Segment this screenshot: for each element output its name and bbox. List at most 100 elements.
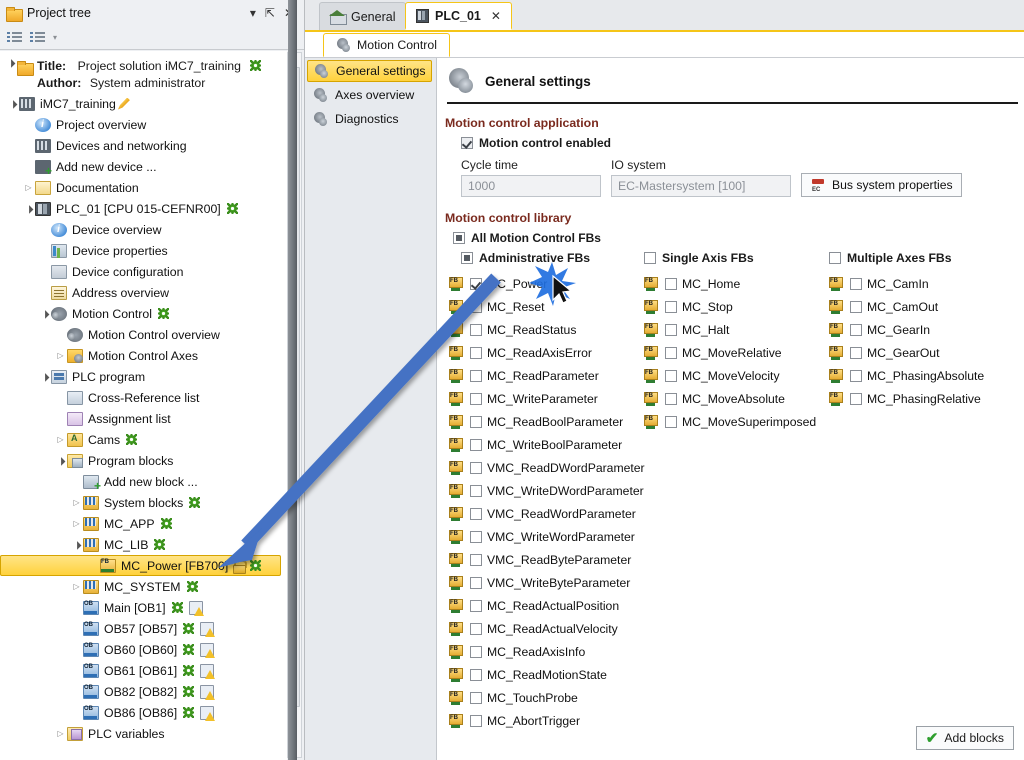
fb-checkbox[interactable]	[665, 416, 677, 428]
fb-checkbox[interactable]	[850, 301, 862, 313]
fb-item[interactable]: FBVMC_ReadByteParameter	[449, 548, 644, 571]
tab-general[interactable]: General	[319, 2, 406, 30]
nav-item-general-settings[interactable]: General settings	[307, 60, 432, 82]
fb-item[interactable]: FBMC_Reset	[449, 295, 644, 318]
expander-closed-icon[interactable]	[54, 351, 67, 360]
fb-item[interactable]: FBMC_ReadStatus	[449, 318, 644, 341]
fb-item[interactable]: FBMC_WriteBoolParameter	[449, 433, 644, 456]
tree-item-devices-and-networking[interactable]: Devices and networking	[0, 135, 287, 156]
fb-item[interactable]: FBMC_AbortTrigger	[449, 709, 644, 732]
fb-checkbox[interactable]	[665, 393, 677, 405]
fb-checkbox[interactable]	[470, 370, 482, 382]
fb-checkbox[interactable]	[470, 577, 482, 589]
tree-item-mc-lib[interactable]: MC_LIB	[0, 534, 287, 555]
expander-closed-icon[interactable]	[54, 435, 67, 444]
cycle-time-input[interactable]	[461, 175, 601, 197]
group-multiple-axes-checkbox[interactable]	[829, 252, 841, 264]
expander-closed-icon[interactable]	[22, 183, 35, 192]
fb-item[interactable]: FBMC_MoveVelocity	[644, 364, 829, 387]
fb-checkbox[interactable]	[470, 692, 482, 704]
fb-item[interactable]: FBVMC_WriteWordParameter	[449, 525, 644, 548]
collapse-list-icon[interactable]	[7, 31, 23, 45]
fb-item[interactable]: FBMC_MoveRelative	[644, 341, 829, 364]
tree-item-cams[interactable]: Cams	[0, 429, 287, 450]
fb-checkbox[interactable]	[470, 508, 482, 520]
fb-item[interactable]: FBMC_Home	[644, 272, 829, 295]
fb-checkbox[interactable]	[470, 600, 482, 612]
fb-checkbox[interactable]	[470, 554, 482, 566]
fb-checkbox[interactable]	[665, 347, 677, 359]
fb-checkbox[interactable]	[850, 370, 862, 382]
subtab-motion-control[interactable]: Motion Control	[323, 33, 450, 57]
fb-checkbox[interactable]	[470, 393, 482, 405]
fb-checkbox[interactable]	[850, 324, 862, 336]
fb-item[interactable]: FBVMC_WriteDWordParameter	[449, 479, 644, 502]
tree-item-ob82-ob82[interactable]: OB82 [OB82]	[0, 681, 287, 702]
tree-item-ob60-ob60[interactable]: OB60 [OB60]	[0, 639, 287, 660]
fb-item[interactable]: FBMC_Power	[449, 272, 644, 295]
tree-item-ob61-ob61[interactable]: OB61 [OB61]	[0, 660, 287, 681]
tree-item-motion-control[interactable]: Motion Control	[0, 303, 287, 324]
tree-item-ob57-ob57[interactable]: OB57 [OB57]	[0, 618, 287, 639]
tree-item-imc7-training[interactable]: iMC7_training	[0, 93, 287, 114]
tree-item-mc-power-fb700[interactable]: MC_Power [FB700]	[0, 555, 281, 576]
group-administrative-checkbox[interactable]	[461, 252, 473, 264]
tree-item-program-blocks[interactable]: Program blocks	[0, 450, 287, 471]
fb-item[interactable]: FBMC_ReadActualVelocity	[449, 617, 644, 640]
add-blocks-button[interactable]: ✔ Add blocks	[916, 726, 1014, 750]
bus-system-properties-button[interactable]: Bus system properties	[801, 173, 962, 197]
fb-checkbox[interactable]	[665, 370, 677, 382]
fb-item[interactable]: FBMC_CamOut	[829, 295, 1019, 318]
fb-checkbox[interactable]	[470, 278, 482, 290]
fb-item[interactable]: FBMC_MoveAbsolute	[644, 387, 829, 410]
fb-item[interactable]: FBMC_ReadBoolParameter	[449, 410, 644, 433]
fb-item[interactable]: FBMC_ReadAxisError	[449, 341, 644, 364]
fb-item[interactable]: FBMC_TouchProbe	[449, 686, 644, 709]
fb-item[interactable]: FBMC_Halt	[644, 318, 829, 341]
tree-item-ob86-ob86[interactable]: OB86 [OB86]	[0, 702, 287, 723]
fb-item[interactable]: FBMC_GearOut	[829, 341, 1019, 364]
group-multiple-axes-fbs[interactable]: Multiple Axes FBs	[829, 251, 1019, 265]
motion-control-enabled-row[interactable]: Motion control enabled	[461, 136, 1024, 150]
expander-open-icon[interactable]	[38, 372, 51, 381]
tree-item-documentation[interactable]: Documentation	[0, 177, 287, 198]
tree-item-add-new-block[interactable]: Add new block ...	[0, 471, 287, 492]
fb-checkbox[interactable]	[470, 531, 482, 543]
fb-checkbox[interactable]	[850, 278, 862, 290]
tree-item-motion-control-overview[interactable]: Motion Control overview	[0, 324, 287, 345]
expander-open-icon[interactable]	[6, 99, 19, 108]
fb-checkbox[interactable]	[665, 278, 677, 290]
expander-open-icon[interactable]	[70, 540, 83, 549]
group-single-axis-checkbox[interactable]	[644, 252, 656, 264]
fb-item[interactable]: FBVMC_ReadWordParameter	[449, 502, 644, 525]
tree-item-mc-system[interactable]: MC_SYSTEM	[0, 576, 287, 597]
fb-checkbox[interactable]	[470, 439, 482, 451]
tree-item-cross-reference-list[interactable]: Cross-Reference list	[0, 387, 287, 408]
fb-checkbox[interactable]	[665, 324, 677, 336]
fb-item[interactable]: FBMC_CamIn	[829, 272, 1019, 295]
tree-item-add-new-device[interactable]: Add new device ...	[0, 156, 287, 177]
fb-item[interactable]: FBMC_Stop	[644, 295, 829, 318]
expander-icon[interactable]	[4, 58, 17, 67]
fb-checkbox[interactable]	[470, 324, 482, 336]
fb-checkbox[interactable]	[850, 393, 862, 405]
tree-item-address-overview[interactable]: Address overview	[0, 282, 287, 303]
fb-item[interactable]: FBVMC_WriteByteParameter	[449, 571, 644, 594]
tree-item-plc-01-cpu-015-cefnr00[interactable]: PLC_01 [CPU 015-CEFNR00]	[0, 198, 287, 219]
all-fbs-row[interactable]: All Motion Control FBs	[453, 231, 1024, 245]
motion-control-enabled-checkbox[interactable]	[461, 137, 473, 149]
nav-item-axes-overview[interactable]: Axes overview	[307, 84, 432, 106]
fb-item[interactable]: FBMC_ReadActualPosition	[449, 594, 644, 617]
fb-checkbox[interactable]	[470, 462, 482, 474]
dropdown-icon[interactable]: ▾	[250, 7, 256, 19]
tree-item-device-overview[interactable]: Device overview	[0, 219, 287, 240]
fb-item[interactable]: FBMC_MoveSuperimposed	[644, 410, 829, 433]
tree-item-main-ob1[interactable]: Main [OB1]	[0, 597, 287, 618]
expander-open-icon[interactable]	[54, 456, 67, 465]
fb-checkbox[interactable]	[470, 485, 482, 497]
io-system-input[interactable]	[611, 175, 791, 197]
fb-checkbox[interactable]	[470, 715, 482, 727]
tree-item-device-properties[interactable]: Device properties	[0, 240, 287, 261]
fb-item[interactable]: FBMC_GearIn	[829, 318, 1019, 341]
tree-item-system-blocks[interactable]: System blocks	[0, 492, 287, 513]
